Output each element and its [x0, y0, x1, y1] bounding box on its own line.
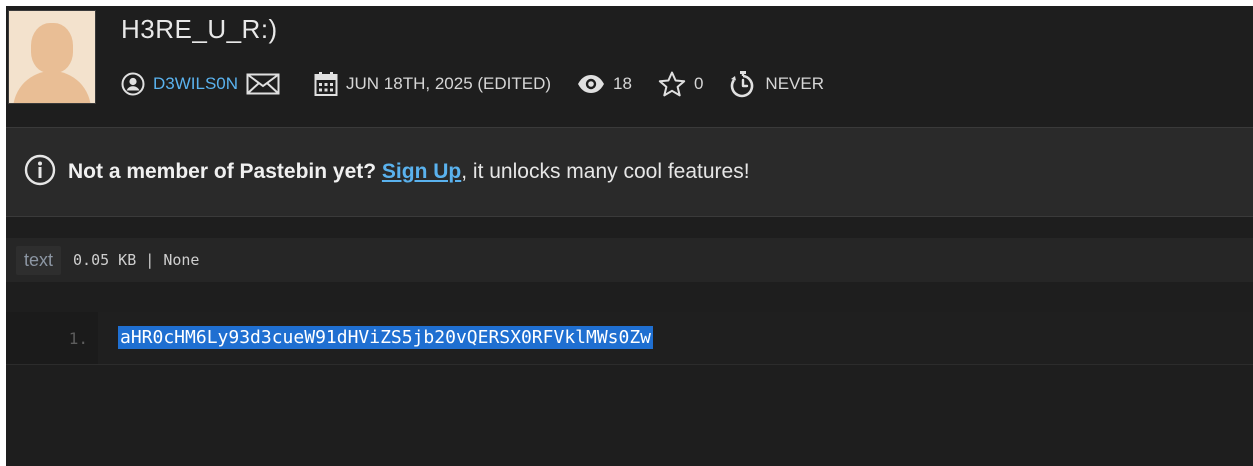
paste-page: H3RE_U_R:) D3WILS0N JUN 18TH, 2025 (EDIT… — [6, 6, 1253, 466]
paste-size-info: 0.05 KB | None — [73, 251, 200, 269]
paste-title: H3RE_U_R:) — [121, 14, 278, 44]
user-icon — [121, 72, 145, 96]
date-meta: JUN 18TH, 2025 (EDITED) — [314, 71, 551, 97]
calendar-icon — [314, 71, 338, 97]
signup-notice: Not a member of Pastebin yet? Sign Up, i… — [6, 127, 1253, 217]
author[interactable]: D3WILS0N — [121, 72, 238, 96]
notice-rest: , it unlocks many cool features! — [461, 160, 750, 183]
paste-info-bar: text 0.05 KB | None — [6, 238, 1253, 282]
avatar-head — [31, 23, 73, 73]
info-icon — [24, 154, 56, 191]
mail-icon[interactable] — [246, 72, 280, 96]
syntax-language[interactable]: text — [16, 245, 62, 275]
notice-text: Not a member of Pastebin yet? Sign Up, i… — [68, 160, 750, 184]
code-text[interactable]: aHR0cHM6Ly93d3cueW91dHViZS5jb20vQERSX0RF… — [118, 326, 654, 349]
eye-icon — [577, 74, 605, 94]
paste-date: JUN 18TH, 2025 (EDITED) — [346, 74, 552, 93]
signup-link[interactable]: Sign Up — [382, 160, 461, 183]
stars-count: 0 — [693, 74, 704, 93]
avatar[interactable] — [8, 10, 96, 104]
author-username[interactable]: D3WILS0N — [153, 74, 238, 94]
paste-meta: D3WILS0N JUN 18TH, 2025 (EDITED) 18 0 NE… — [121, 68, 824, 100]
line-number: 1. — [6, 312, 98, 364]
stars-meta[interactable]: 0 — [658, 71, 703, 97]
stopwatch-icon — [729, 70, 757, 98]
expiry-value: NEVER — [765, 74, 824, 93]
notice-lead: Not a member of Pastebin yet? — [68, 160, 377, 183]
expiry-meta: NEVER — [729, 70, 824, 98]
star-icon[interactable] — [658, 71, 686, 97]
code-line: 1. aHR0cHM6Ly93d3cueW91dHViZS5jb20vQERSX… — [6, 312, 1253, 365]
views-meta: 18 — [577, 74, 632, 94]
views-count: 18 — [613, 74, 632, 93]
paste-header: H3RE_U_R:) D3WILS0N JUN 18TH, 2025 (EDIT… — [6, 6, 1253, 126]
avatar-shoulders — [13, 71, 91, 103]
